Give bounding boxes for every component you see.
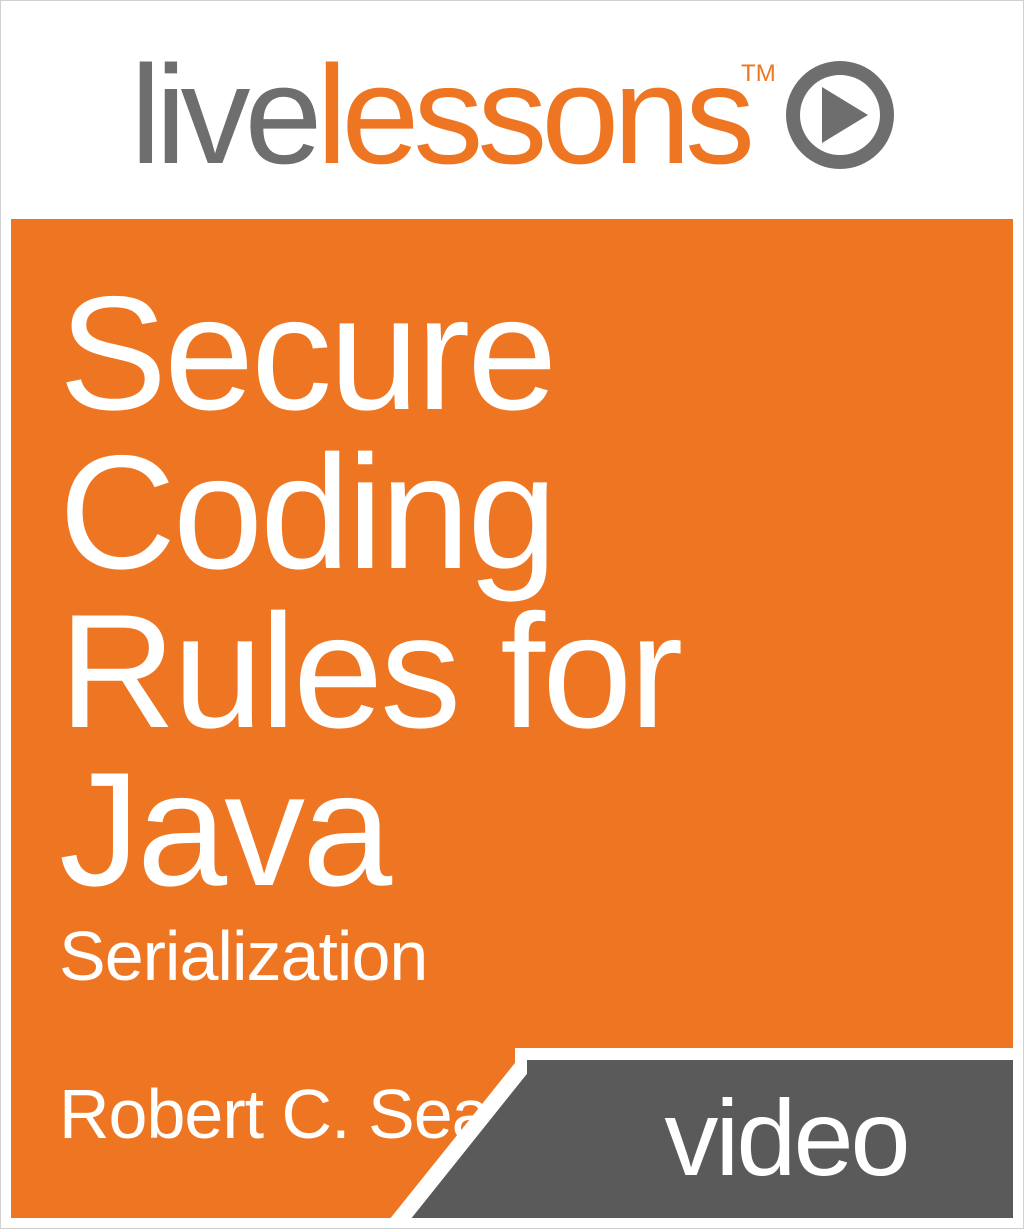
title-panel: Secure Coding Rules for Java Serializati…	[11, 219, 1013, 1218]
cover-title: Secure Coding Rules for Java	[59, 275, 965, 910]
format-label: video	[664, 1075, 907, 1200]
brand-part-lessons: lessons	[316, 36, 749, 193]
brand-header: livelessonsTM	[11, 11, 1013, 219]
brand-trademark: TM	[741, 60, 776, 87]
play-triangle-icon	[822, 87, 868, 143]
cover-subtitle: Serialization	[59, 916, 965, 996]
brand-part-live: live	[130, 36, 316, 193]
play-icon	[786, 61, 894, 169]
cover-page: livelessonsTM Secure Coding Rules for Ja…	[0, 0, 1024, 1229]
brand-logo: livelessonsTM	[130, 45, 893, 185]
cover-inner: livelessonsTM Secure Coding Rules for Ja…	[11, 11, 1013, 1218]
brand-wordmark: livelessonsTM	[130, 45, 783, 185]
format-tab: video	[515, 1048, 1013, 1218]
